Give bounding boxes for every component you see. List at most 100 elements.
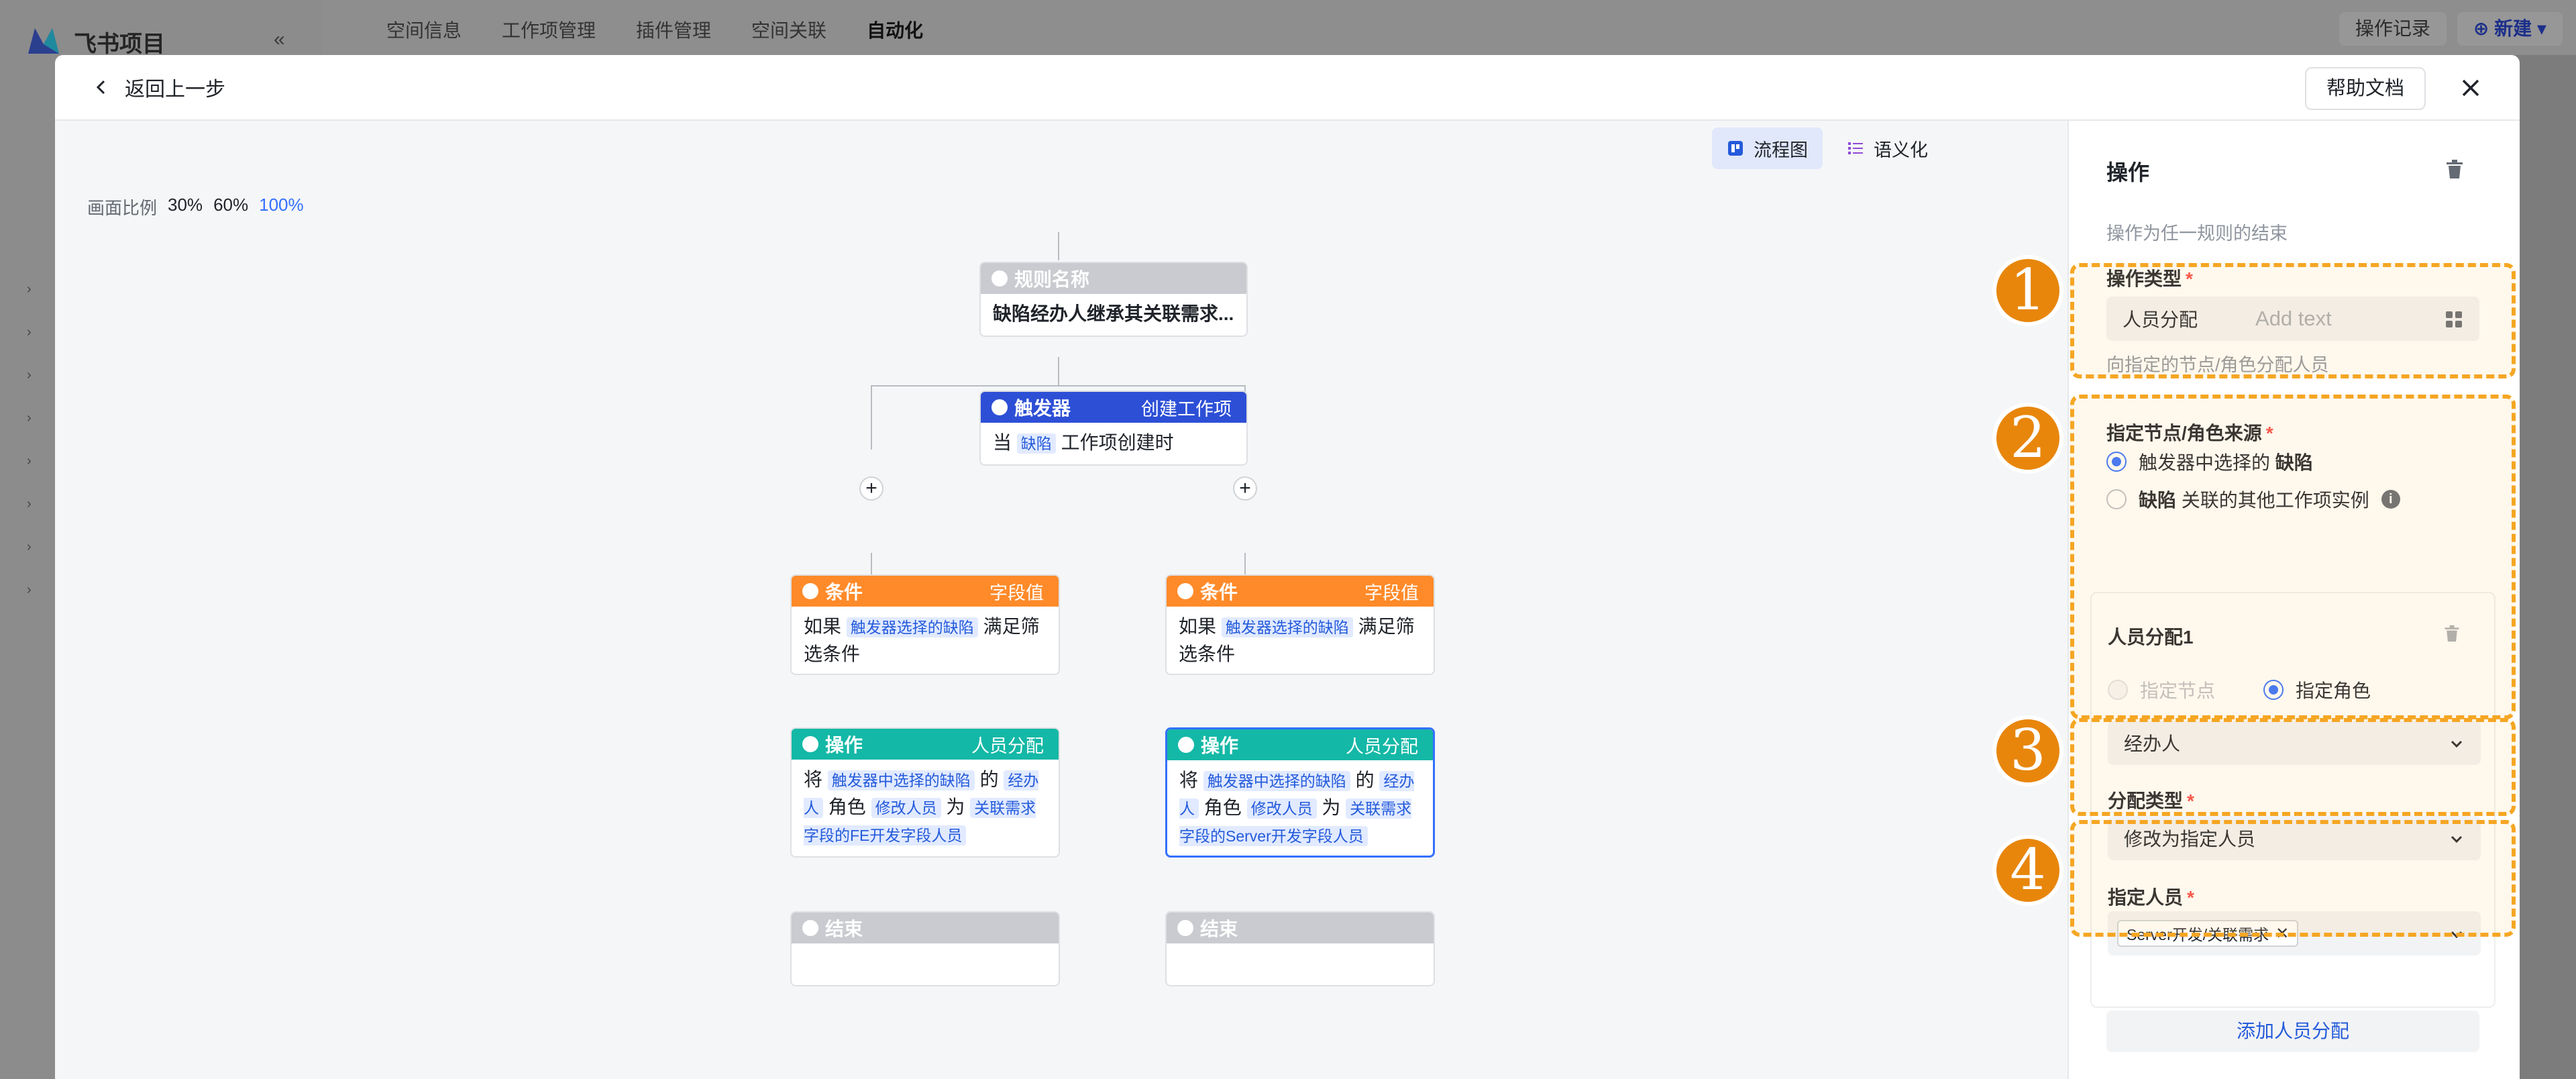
condition-head: 条件 bbox=[825, 582, 863, 603]
trigger-node[interactable]: 触发器 创建工作项 当 缺陷 工作项创建时 bbox=[979, 391, 1248, 466]
ref-tag: 触发器选择的缺陷 bbox=[1221, 617, 1353, 637]
rule-name-head: 规则名称 bbox=[1014, 269, 1090, 290]
annotation-box-2 bbox=[2070, 395, 2516, 719]
action-type: 人员分配 bbox=[1346, 736, 1418, 757]
panel-subtitle: 操作为任一规则的结束 bbox=[2106, 223, 2288, 244]
play-icon bbox=[991, 270, 1008, 287]
semantic-view-button[interactable]: 语义化 bbox=[1832, 127, 1943, 169]
sidebar-expand-icon[interactable]: › bbox=[27, 582, 39, 599]
add-node-button[interactable]: + bbox=[859, 476, 883, 501]
sidebar-expand-icon[interactable]: › bbox=[27, 497, 39, 513]
tab-space-link[interactable]: 空间关联 bbox=[751, 16, 826, 43]
sidebar-expand-icon[interactable]: › bbox=[27, 282, 39, 298]
top-actions: 操作记录 ⊕ 新建 ▾ bbox=[2339, 12, 2563, 46]
new-button-label: 新建 bbox=[2494, 18, 2532, 39]
node-header-left: 结束 bbox=[1177, 915, 1238, 941]
annotation-box-1 bbox=[2070, 263, 2516, 378]
filter-icon bbox=[1177, 583, 1193, 599]
action-head: 操作 bbox=[1201, 735, 1239, 756]
tab-automation[interactable]: 自动化 bbox=[867, 16, 923, 43]
condition-body: 如果 触发器选择的缺陷 满足筛选条件 bbox=[792, 607, 1059, 674]
text: 如果 bbox=[1179, 616, 1217, 637]
filter-icon bbox=[802, 583, 818, 599]
rule-name-node[interactable]: 规则名称 缺陷经办人继承其关联需求... bbox=[979, 262, 1248, 337]
action-body: 将 触发器中选择的缺陷 的 经办人 角色 修改人员 为 关联需求字段的Serve… bbox=[1167, 760, 1433, 856]
connector bbox=[1058, 232, 1059, 260]
trash-icon[interactable] bbox=[2445, 158, 2465, 180]
node-header-left: 操作 bbox=[802, 731, 863, 758]
tab-workitem-manage[interactable]: 工作项管理 bbox=[502, 16, 596, 43]
condition-type: 字段值 bbox=[989, 582, 1044, 603]
text: 的 bbox=[979, 769, 999, 790]
new-button[interactable]: ⊕ 新建 ▾ bbox=[2457, 12, 2563, 46]
connector bbox=[871, 385, 1245, 387]
text: 将 bbox=[1179, 770, 1199, 790]
node-header-left: 规则名称 bbox=[991, 265, 1089, 292]
sidebar-collapse-button[interactable]: « bbox=[274, 28, 285, 51]
sidebar-expand-icon[interactable]: › bbox=[27, 540, 39, 556]
action-node-left[interactable]: 操作 人员分配 将 触发器中选择的缺陷 的 经办人 角色 修改人员 为 关联需求… bbox=[790, 727, 1060, 858]
ref-tag: 触发器选择的缺陷 bbox=[846, 617, 978, 637]
text: 为 bbox=[1322, 797, 1341, 818]
sidebar-expand-icon[interactable]: › bbox=[27, 454, 39, 470]
action-node-right[interactable]: 操作 人员分配 将 触发器中选择的缺陷 的 经办人 角色 修改人员 为 关联需求… bbox=[1165, 727, 1435, 858]
text: 如果 bbox=[804, 616, 842, 637]
node-header: 结束 bbox=[1167, 913, 1434, 943]
node-header: 操作 人员分配 bbox=[792, 729, 1059, 760]
annotation-badge-2: 2 bbox=[1992, 403, 2063, 474]
chevron-left-icon bbox=[96, 80, 105, 95]
text: 的 bbox=[1355, 770, 1375, 790]
connector bbox=[871, 385, 872, 450]
end-node-right[interactable]: 结束 bbox=[1165, 911, 1435, 986]
trigger-type: 创建工作项 bbox=[1141, 399, 1232, 419]
text: 当 bbox=[993, 432, 1012, 453]
annotation-box-4 bbox=[2070, 820, 2516, 937]
flow-canvas[interactable]: 流程图 语义化 画面比例 30% 60% 100% + + + + + + + bbox=[55, 121, 2068, 1079]
text: 角色 bbox=[1203, 797, 1242, 818]
panel-title: 操作 bbox=[2106, 160, 2150, 185]
app-logo-icon bbox=[28, 28, 59, 54]
ref-tag: 触发器中选择的缺陷 bbox=[1203, 771, 1350, 791]
lightning-icon bbox=[991, 399, 1008, 415]
sidebar-item-list: › › › › › › › › bbox=[27, 282, 39, 599]
zoom-100-button[interactable]: 100% bbox=[259, 195, 304, 219]
close-icon[interactable] bbox=[2454, 71, 2487, 105]
annotation-badge-1: 1 bbox=[1992, 255, 2063, 326]
tab-space-info[interactable]: 空间信息 bbox=[386, 16, 462, 43]
node-header: 条件 字段值 bbox=[1167, 576, 1434, 607]
semantic-view-label: 语义化 bbox=[1874, 140, 1928, 160]
sidebar-expand-icon[interactable]: › bbox=[27, 325, 39, 341]
top-tabs: 空间信息 工作项管理 插件管理 空间关联 自动化 bbox=[386, 16, 923, 43]
tab-plugin-manage[interactable]: 插件管理 bbox=[636, 16, 711, 43]
zoom-30-button[interactable]: 30% bbox=[168, 195, 203, 219]
annotation-badge-3: 3 bbox=[1992, 715, 2063, 786]
end-node-left[interactable]: 结束 bbox=[790, 911, 1060, 986]
app-title: 飞书项目 bbox=[74, 32, 165, 57]
condition-node-right[interactable]: 条件 字段值 如果 触发器选择的缺陷 满足筛选条件 bbox=[1165, 574, 1435, 675]
node-header: 触发器 创建工作项 bbox=[981, 392, 1246, 423]
action-body: 将 触发器中选择的缺陷 的 经办人 角色 修改人员 为 关联需求字段的FE开发字… bbox=[792, 760, 1059, 856]
annotation-box-3 bbox=[2070, 718, 2516, 816]
flowchart-icon bbox=[1728, 141, 1743, 156]
zoom-60-button[interactable]: 60% bbox=[213, 195, 248, 219]
back-button[interactable]: 返回上一步 bbox=[93, 72, 225, 102]
node-header-left: 触发器 bbox=[991, 394, 1071, 421]
history-button[interactable]: 操作记录 bbox=[2339, 12, 2447, 46]
annotation-badge-4: 4 bbox=[1992, 835, 2063, 906]
ref-tag: 修改人员 bbox=[871, 798, 941, 818]
rule-name-text: 缺陷经办人继承其关联需求... bbox=[993, 303, 1234, 324]
action-icon bbox=[1178, 737, 1194, 753]
list-icon bbox=[1848, 142, 1863, 154]
sidebar-expand-icon[interactable]: › bbox=[27, 411, 39, 427]
condition-body: 如果 触发器选择的缺陷 满足筛选条件 bbox=[1167, 607, 1434, 674]
add-assignment-button[interactable]: 添加人员分配 bbox=[2106, 1011, 2479, 1052]
add-node-button[interactable]: + bbox=[1233, 476, 1257, 501]
node-header-left: 结束 bbox=[802, 915, 863, 941]
condition-node-left[interactable]: 条件 字段值 如果 触发器选择的缺陷 满足筛选条件 bbox=[790, 574, 1060, 675]
help-doc-button[interactable]: 帮助文档 bbox=[2304, 67, 2426, 110]
sidebar-expand-icon[interactable]: › bbox=[27, 368, 39, 384]
zoom-ratio: 画面比例 30% 60% 100% bbox=[87, 195, 304, 219]
ref-tag: 修改人员 bbox=[1246, 799, 1317, 819]
zoom-ratio-label: 画面比例 bbox=[87, 198, 158, 218]
flow-view-button[interactable]: 流程图 bbox=[1712, 127, 1823, 169]
